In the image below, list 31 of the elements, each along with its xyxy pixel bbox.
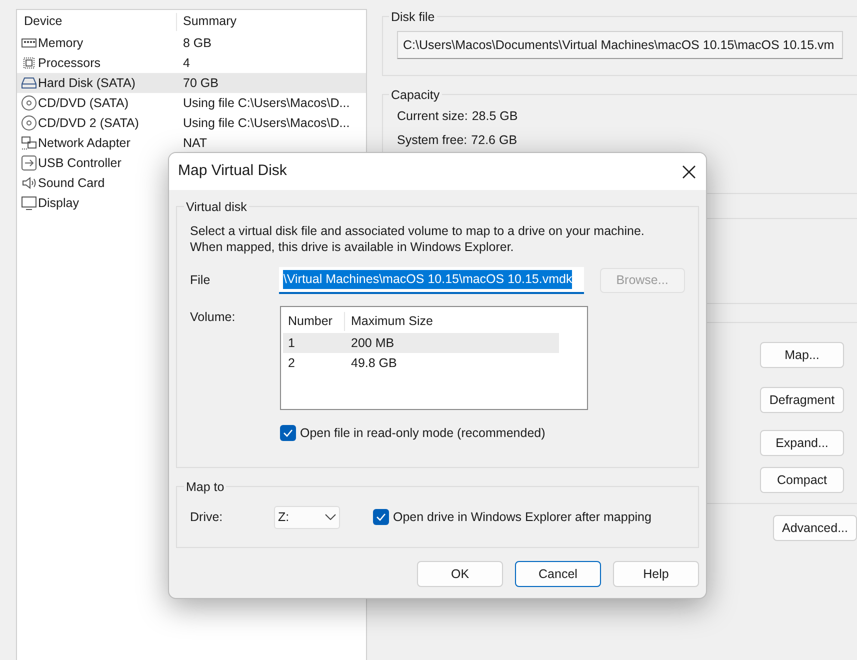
device-summary: Using file C:\Users\Macos\D...	[182, 94, 350, 112]
device-summary: 70 GB	[182, 74, 218, 92]
dialog-title: Map Virtual Disk	[178, 161, 287, 182]
checkbox-label: Open file in read-only mode (recommended)	[300, 425, 546, 442]
capacity-value: 72.6 GB	[471, 132, 518, 149]
device-name: Hard Disk (SATA)	[38, 74, 136, 92]
description-text: Select a virtual disk file and associated volume to map to a drive on your machine. When mapped, this drive is available in Windows Explorer.	[190, 223, 646, 255]
device-summary: 8 GB	[182, 34, 212, 52]
device-name: USB Controller	[38, 154, 122, 172]
device-name: Sound Card	[38, 174, 105, 192]
device-summary: 4	[182, 54, 190, 72]
device-name: CD/DVD (SATA)	[38, 94, 129, 112]
device-name: CD/DVD 2 (SATA)	[38, 114, 139, 132]
file-path-text: \Virtual Machines\macOS 10.15\macOS 10.15.vmdk	[283, 270, 572, 289]
device-name: Memory	[38, 34, 84, 52]
volume-size: 49.8 GB	[350, 354, 397, 372]
capacity-label: Current size:	[397, 108, 468, 125]
volume-number: 1	[287, 334, 296, 352]
file-label: File	[190, 272, 212, 290]
volume-size: 200 MB	[350, 334, 394, 352]
drive-label: Drive:	[190, 508, 224, 526]
volume-label: Volume:	[190, 309, 236, 326]
capacity-label: System free:	[397, 132, 468, 149]
checkbox-label: Open drive in Windows Explorer after mapping	[393, 508, 652, 526]
device-name: Network Adapter	[38, 134, 130, 152]
device-summary: Using file C:\Users\Macos\D...	[182, 114, 350, 132]
device-name: Processors	[38, 54, 101, 72]
volume-number: 2	[287, 354, 296, 372]
device-name: Display	[38, 194, 79, 212]
capacity-value: 28.5 GB	[472, 108, 518, 125]
device-summary: NAT	[182, 134, 208, 152]
